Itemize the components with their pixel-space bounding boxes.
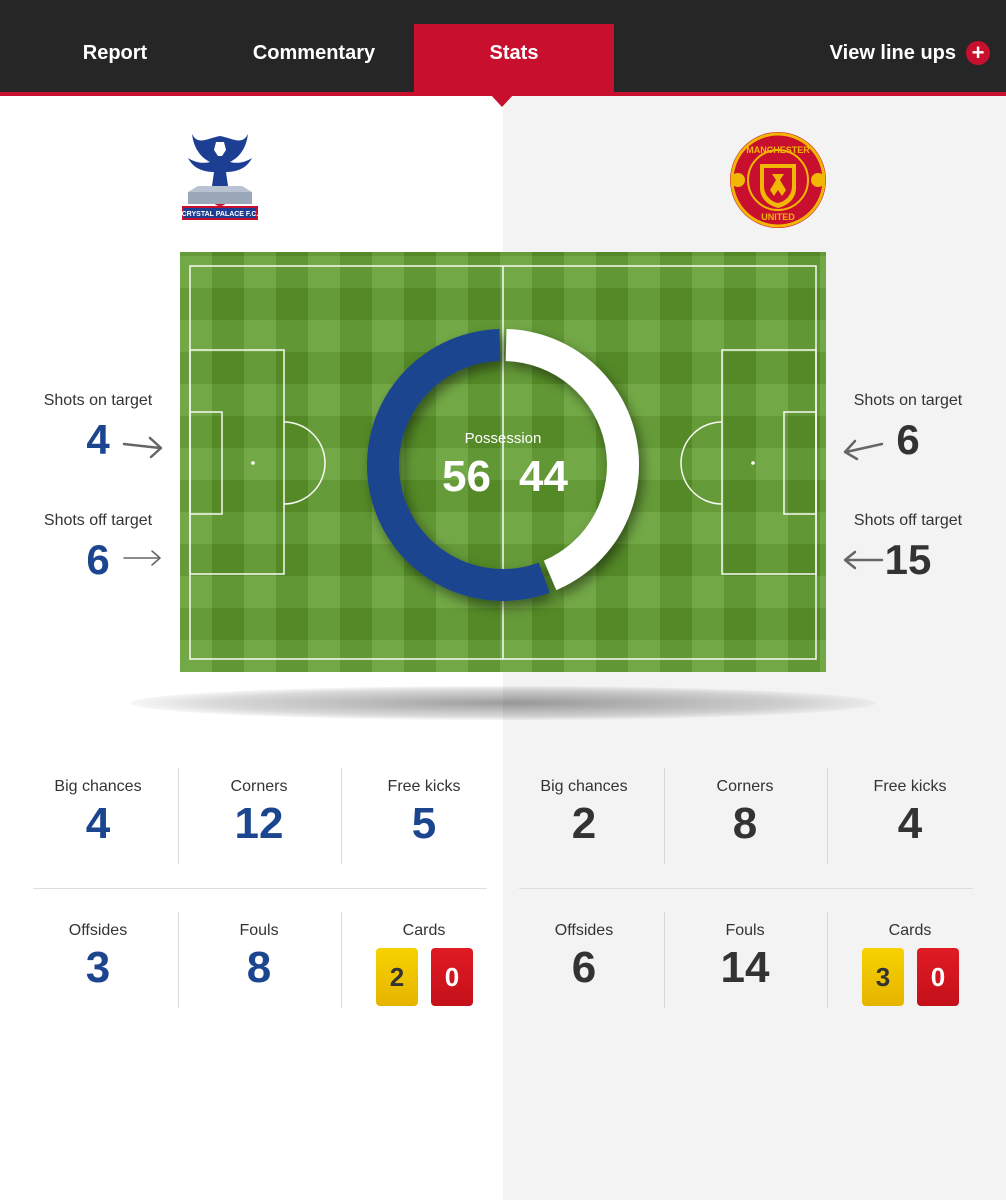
away-red-card: 0 (917, 948, 959, 1006)
stat-label: Big chances (540, 778, 628, 795)
home-fouls: Fouls 8 (184, 920, 334, 994)
divider (827, 768, 828, 864)
home-big-chances: Big chances 4 (23, 776, 173, 850)
divider (341, 768, 342, 864)
stat-value: 14 (720, 943, 770, 992)
home-cards: Cards (349, 920, 499, 942)
home-shots-on-target-label: Shots on target (43, 392, 153, 409)
away-free-kicks: Free kicks 4 (835, 776, 985, 850)
stat-value: 8 (732, 799, 758, 848)
stat-value: 6 (571, 943, 597, 992)
stat-value: 12 (234, 799, 284, 848)
stat-value: 3 (85, 943, 111, 992)
arrow-right-icon (122, 436, 163, 459)
away-shots-on-target-value: 6 (896, 416, 920, 463)
away-shots-off-target-value: 15 (884, 536, 932, 583)
stat-label: Fouls (725, 922, 765, 939)
divider (664, 768, 665, 864)
arrow-left-icon (843, 439, 884, 461)
home-shots-on-target-value: 4 (86, 416, 110, 463)
home-yellow-card: 2 (376, 948, 418, 1006)
stat-label: Corners (230, 778, 288, 795)
stat-value: 8 (246, 943, 272, 992)
stat-value: 5 (411, 799, 437, 848)
home-shots-off-target-label: Shots off target (43, 512, 153, 529)
away-fouls: Fouls 14 (670, 920, 820, 994)
divider (664, 912, 665, 1008)
stat-label: Fouls (239, 922, 279, 939)
home-offsides: Offsides 3 (23, 920, 173, 994)
away-offsides: Offsides 6 (509, 920, 659, 994)
stat-value: 2 (571, 799, 597, 848)
home-corners: Corners 12 (184, 776, 334, 850)
stat-label: Cards (888, 922, 932, 939)
stat-value: 4 (85, 799, 111, 848)
away-cards: Cards (835, 920, 985, 942)
possession-chart (367, 329, 639, 601)
stat-label: Offsides (554, 922, 614, 939)
away-shots-off-target-label: Shots off target (853, 512, 963, 529)
possession-home-value: 56 (442, 452, 491, 501)
arrow-left-icon (843, 550, 884, 570)
home-shots-off-target-value: 6 (86, 536, 110, 583)
stat-label: Big chances (54, 778, 142, 795)
possession-label: Possession (464, 430, 542, 447)
away-big-chances: Big chances 2 (509, 776, 659, 850)
away-corners: Corners 8 (670, 776, 820, 850)
arrow-right-icon (123, 550, 161, 566)
stat-label: Free kicks (387, 778, 461, 795)
away-yellow-card: 3 (862, 948, 904, 1006)
divider (178, 768, 179, 864)
divider (827, 912, 828, 1008)
possession-away-value: 44 (519, 452, 568, 501)
stat-label: Corners (716, 778, 774, 795)
divider (33, 888, 487, 889)
stat-label: Free kicks (873, 778, 947, 795)
home-free-kicks: Free kicks 5 (349, 776, 499, 850)
stat-value: 4 (897, 799, 923, 848)
divider (178, 912, 179, 1008)
home-red-card: 0 (431, 948, 473, 1006)
divider (341, 912, 342, 1008)
divider (519, 888, 973, 889)
stat-label: Cards (402, 922, 446, 939)
stat-label: Offsides (68, 922, 128, 939)
away-shots-on-target-label: Shots on target (853, 392, 963, 409)
